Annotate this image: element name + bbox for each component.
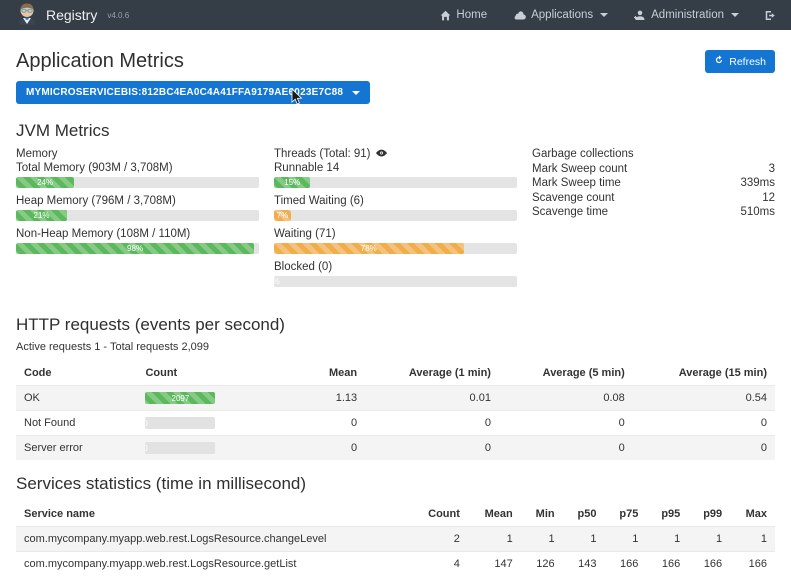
http-code: Not Found [16,411,137,436]
http-code: OK [16,386,137,411]
brand[interactable]: Registry v4.0.6 [16,1,129,30]
refresh-icon [714,55,724,68]
gc-value: 510ms [740,206,775,218]
table-row-server-error: Server error 0 0 0 0 0 [16,436,775,461]
services-statistics-heading: Services statistics (time in millisecond… [16,474,775,494]
home-icon [440,10,451,21]
waiting-progress-bar: 78% [274,243,517,254]
table-row-ok: OK 2097 1.13 0.01 0.08 0.54 [16,386,775,411]
heap-memory-metric: Heap Memory (796M / 3,708M) 21% [16,195,259,221]
blocked-metric: Blocked (0) 0% [274,261,517,287]
app-version: v4.0.6 [107,11,129,20]
jvm-metrics-heading: JVM Metrics [16,121,775,141]
total-memory-progress-bar: 24% [16,177,259,188]
heap-memory-progress-bar: 21% [16,210,259,221]
service-name: com.mycompany.myapp.web.rest.LogsResourc… [16,527,411,552]
services-statistics-table: Service name Count Mean Min p50 p75 p95 … [16,502,775,576]
nav-home[interactable]: Home [440,9,487,21]
nav-administration[interactable]: Administration [634,9,739,21]
runnable-metric: Runnable 14 15% [274,162,517,188]
top-navbar: Registry v4.0.6 Home Applications Admini… [0,0,791,30]
chevron-down-icon [352,91,360,95]
chevron-down-icon [731,13,739,17]
runnable-progress-bar: 15% [274,177,517,188]
cloud-icon [513,10,526,20]
timed-waiting-metric: Timed Waiting (6) 7% [274,195,517,221]
nav-applications[interactable]: Applications [513,9,608,21]
jhipster-avatar-logo [16,1,38,30]
instance-selector-dropdown[interactable]: MYMICROSERVICEBIS:812BC4EA0C4A41FFA9179A… [16,81,370,104]
gc-value: 339ms [740,177,775,189]
gc-row: Scavenge count 12 [532,192,775,204]
gc-row: Mark Sweep count 3 [532,163,775,175]
memory-column: Memory Total Memory (903M / 3,708M) 24% … [16,148,259,294]
timed-waiting-progress-bar: 7% [274,210,517,221]
service-name: com.mycompany.myapp.web.rest.LogsResourc… [16,552,411,576]
services-table-header-row: Service name Count Mean Min p50 p75 p95 … [16,502,775,527]
sign-out-icon [765,10,777,21]
gc-row: Mark Sweep time 339ms [532,177,775,189]
memory-heading: Memory [16,148,259,160]
count-bar: 0 [145,417,215,429]
http-table-header-row: Code Count Mean Average (1 min) Average … [16,361,775,386]
http-requests-summary: Active requests 1 - Total requests 2,099 [16,341,775,353]
http-code: Server error [16,436,137,461]
http-requests-heading: HTTP requests (events per second) [16,315,775,335]
gc-value: 3 [769,163,775,175]
total-memory-metric: Total Memory (903M / 3,708M) 24% [16,162,259,188]
count-bar: 0 [145,442,215,454]
threads-heading: Threads (Total: 91) [274,148,517,160]
table-row-changeLevel: com.mycompany.myapp.web.rest.LogsResourc… [16,527,775,552]
gc-value: 12 [762,192,775,204]
app-title: Registry [46,7,97,23]
count-bar: 2097 [145,392,215,404]
http-requests-table: Code Count Mean Average (1 min) Average … [16,361,775,460]
gc-heading: Garbage collections [532,148,775,160]
blocked-progress-bar: 0% [274,276,517,287]
eye-icon[interactable] [376,148,387,160]
chevron-down-icon [600,13,608,17]
table-row-not-found: Not Found 0 0 0 0 0 [16,411,775,436]
gc-column: Garbage collections Mark Sweep count 3 M… [532,148,775,294]
waiting-metric: Waiting (71) 78% [274,228,517,254]
user-plus-icon [634,10,646,21]
threads-column: Threads (Total: 91) Runnable 14 15% Time… [274,148,517,294]
sign-out-button[interactable] [765,10,777,21]
gc-row: Scavenge time 510ms [532,206,775,218]
nonheap-memory-progress-bar: 98% [16,243,259,254]
table-row-getList: com.mycompany.myapp.web.rest.LogsResourc… [16,552,775,576]
nonheap-memory-metric: Non-Heap Memory (108M / 110M) 98% [16,228,259,254]
refresh-button[interactable]: Refresh [705,50,775,73]
page-title: Application Metrics [16,50,184,73]
